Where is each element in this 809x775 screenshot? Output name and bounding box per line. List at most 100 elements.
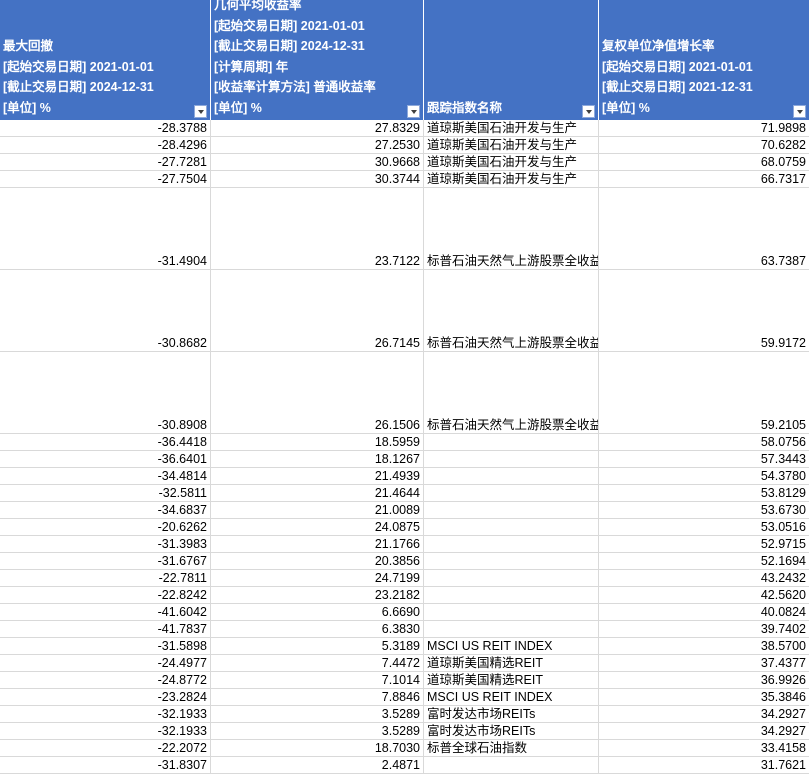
nav-growth-cell[interactable]: 40.0824 <box>599 604 809 620</box>
header-geometric-mean-return[interactable]: 几何平均收益率 [起始交易日期] 2021-01-01 [截止交易日期] 2024-… <box>211 0 424 120</box>
max-drawdown-cell[interactable]: -32.1933 <box>0 723 211 739</box>
geometric-return-cell[interactable]: 30.9668 <box>211 154 424 170</box>
geometric-return-cell[interactable]: 7.4472 <box>211 655 424 671</box>
index-name-cell[interactable] <box>424 553 599 569</box>
nav-growth-cell[interactable]: 42.5620 <box>599 587 809 603</box>
nav-growth-cell[interactable]: 37.4377 <box>599 655 809 671</box>
max-drawdown-cell[interactable]: -31.8307 <box>0 757 211 773</box>
nav-growth-cell[interactable]: 70.6282 <box>599 137 809 153</box>
geometric-return-cell[interactable]: 7.1014 <box>211 672 424 688</box>
nav-growth-cell[interactable]: 52.1694 <box>599 553 809 569</box>
nav-growth-cell[interactable]: 43.2432 <box>599 570 809 586</box>
geometric-return-cell[interactable]: 20.3856 <box>211 553 424 569</box>
nav-growth-cell[interactable]: 59.2105 <box>599 352 809 433</box>
geometric-return-cell[interactable]: 2.4871 <box>211 757 424 773</box>
filter-dropdown-icon[interactable] <box>582 105 595 118</box>
geometric-return-cell[interactable]: 21.0089 <box>211 502 424 518</box>
max-drawdown-cell[interactable]: -32.1933 <box>0 706 211 722</box>
max-drawdown-cell[interactable]: -34.6837 <box>0 502 211 518</box>
index-name-cell[interactable] <box>424 468 599 484</box>
index-name-cell[interactable]: 道琼斯美国石油开发与生产 <box>424 137 599 153</box>
index-name-cell[interactable]: 标普全球石油指数 <box>424 740 599 756</box>
nav-growth-cell[interactable]: 58.0756 <box>599 434 809 450</box>
nav-growth-cell[interactable]: 53.8129 <box>599 485 809 501</box>
geometric-return-cell[interactable]: 18.7030 <box>211 740 424 756</box>
nav-growth-cell[interactable]: 34.2927 <box>599 723 809 739</box>
index-name-cell[interactable]: 标普石油天然气上游股票全收益 <box>424 352 599 433</box>
index-name-cell[interactable] <box>424 587 599 603</box>
geometric-return-cell[interactable]: 27.2530 <box>211 137 424 153</box>
geometric-return-cell[interactable]: 6.6690 <box>211 604 424 620</box>
index-name-cell[interactable] <box>424 434 599 450</box>
index-name-cell[interactable] <box>424 604 599 620</box>
index-name-cell[interactable]: 道琼斯美国精选REIT <box>424 672 599 688</box>
max-drawdown-cell[interactable]: -22.8242 <box>0 587 211 603</box>
index-name-cell[interactable] <box>424 757 599 773</box>
max-drawdown-cell[interactable]: -41.7837 <box>0 621 211 637</box>
index-name-cell[interactable] <box>424 451 599 467</box>
nav-growth-cell[interactable]: 63.7387 <box>599 188 809 269</box>
nav-growth-cell[interactable]: 57.3443 <box>599 451 809 467</box>
index-name-cell[interactable] <box>424 519 599 535</box>
max-drawdown-cell[interactable]: -31.6767 <box>0 553 211 569</box>
max-drawdown-cell[interactable]: -20.6262 <box>0 519 211 535</box>
max-drawdown-cell[interactable]: -32.5811 <box>0 485 211 501</box>
max-drawdown-cell[interactable]: -28.3788 <box>0 120 211 136</box>
nav-growth-cell[interactable]: 31.7621 <box>599 757 809 773</box>
nav-growth-cell[interactable]: 34.2927 <box>599 706 809 722</box>
geometric-return-cell[interactable]: 6.3830 <box>211 621 424 637</box>
nav-growth-cell[interactable]: 68.0759 <box>599 154 809 170</box>
max-drawdown-cell[interactable]: -24.8772 <box>0 672 211 688</box>
max-drawdown-cell[interactable]: -22.7811 <box>0 570 211 586</box>
nav-growth-cell[interactable]: 53.0516 <box>599 519 809 535</box>
geometric-return-cell[interactable]: 7.8846 <box>211 689 424 705</box>
index-name-cell[interactable]: 标普石油天然气上游股票全收益 <box>424 270 599 351</box>
index-name-cell[interactable]: 富时发达市场REITs <box>424 723 599 739</box>
index-name-cell[interactable]: 道琼斯美国石油开发与生产 <box>424 154 599 170</box>
geometric-return-cell[interactable]: 30.3744 <box>211 171 424 187</box>
nav-growth-cell[interactable]: 36.9926 <box>599 672 809 688</box>
max-drawdown-cell[interactable]: -36.4418 <box>0 434 211 450</box>
geometric-return-cell[interactable]: 24.7199 <box>211 570 424 586</box>
index-name-cell[interactable]: 道琼斯美国石油开发与生产 <box>424 120 599 136</box>
geometric-return-cell[interactable]: 26.7145 <box>211 270 424 351</box>
geometric-return-cell[interactable]: 18.5959 <box>211 434 424 450</box>
geometric-return-cell[interactable]: 5.3189 <box>211 638 424 654</box>
index-name-cell[interactable]: 富时发达市场REITs <box>424 706 599 722</box>
filter-dropdown-icon[interactable] <box>194 105 207 118</box>
geometric-return-cell[interactable]: 21.1766 <box>211 536 424 552</box>
max-drawdown-cell[interactable]: -41.6042 <box>0 604 211 620</box>
geometric-return-cell[interactable]: 24.0875 <box>211 519 424 535</box>
max-drawdown-cell[interactable]: -22.2072 <box>0 740 211 756</box>
geometric-return-cell[interactable]: 23.2182 <box>211 587 424 603</box>
index-name-cell[interactable]: 标普石油天然气上游股票全收益 <box>424 188 599 269</box>
nav-growth-cell[interactable]: 53.6730 <box>599 502 809 518</box>
max-drawdown-cell[interactable]: -34.4814 <box>0 468 211 484</box>
header-nav-growth-rate[interactable]: 复权单位净值增长率 [起始交易日期] 2021-01-01 [截止交易日期] 202… <box>599 0 809 120</box>
index-name-cell[interactable]: MSCI US REIT INDEX <box>424 638 599 654</box>
max-drawdown-cell[interactable]: -23.2824 <box>0 689 211 705</box>
index-name-cell[interactable] <box>424 536 599 552</box>
nav-growth-cell[interactable]: 35.3846 <box>599 689 809 705</box>
nav-growth-cell[interactable]: 38.5700 <box>599 638 809 654</box>
header-max-drawdown[interactable]: 最大回撤 [起始交易日期] 2021-01-01 [截止交易日期] 2024-12-… <box>0 0 211 120</box>
max-drawdown-cell[interactable]: -30.8682 <box>0 270 211 351</box>
index-name-cell[interactable] <box>424 570 599 586</box>
nav-growth-cell[interactable]: 33.4158 <box>599 740 809 756</box>
geometric-return-cell[interactable]: 3.5289 <box>211 706 424 722</box>
geometric-return-cell[interactable]: 26.1506 <box>211 352 424 433</box>
geometric-return-cell[interactable]: 21.4644 <box>211 485 424 501</box>
index-name-cell[interactable] <box>424 502 599 518</box>
index-name-cell[interactable]: 道琼斯美国精选REIT <box>424 655 599 671</box>
max-drawdown-cell[interactable]: -31.4904 <box>0 188 211 269</box>
max-drawdown-cell[interactable]: -27.7504 <box>0 171 211 187</box>
index-name-cell[interactable]: 道琼斯美国石油开发与生产 <box>424 171 599 187</box>
nav-growth-cell[interactable]: 66.7317 <box>599 171 809 187</box>
max-drawdown-cell[interactable]: -27.7281 <box>0 154 211 170</box>
header-tracking-index-name[interactable]: 跟踪指数名称 <box>424 0 599 120</box>
index-name-cell[interactable]: MSCI US REIT INDEX <box>424 689 599 705</box>
nav-growth-cell[interactable]: 59.9172 <box>599 270 809 351</box>
max-drawdown-cell[interactable]: -30.8908 <box>0 352 211 433</box>
max-drawdown-cell[interactable]: -24.4977 <box>0 655 211 671</box>
max-drawdown-cell[interactable]: -28.4296 <box>0 137 211 153</box>
